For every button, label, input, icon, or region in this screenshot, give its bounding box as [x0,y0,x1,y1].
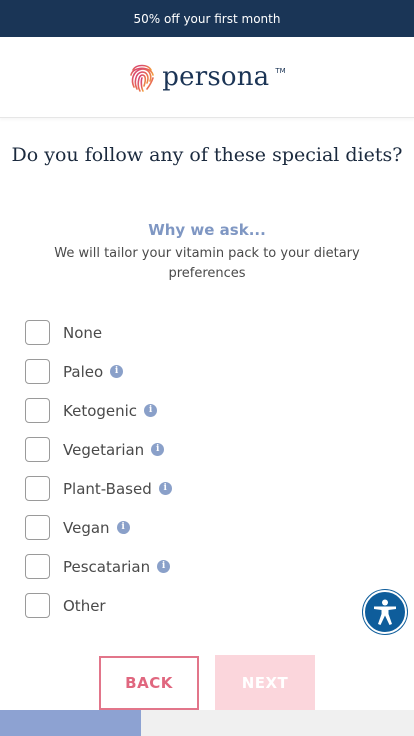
logo-wordmark: persona [162,62,270,92]
checkbox[interactable] [25,515,50,540]
option-label: Vegetarian [63,440,145,459]
info-icon[interactable]: i [116,521,130,534]
checkbox[interactable] [25,359,50,384]
option-vegetarian[interactable]: Vegetarian i [25,430,385,469]
option-label: Paleo [63,362,104,381]
info-icon[interactable]: i [110,365,124,378]
info-icon[interactable]: i [157,560,171,573]
option-label: Plant-Based [63,479,152,498]
question-title: Do you follow any of these special diets… [11,144,403,166]
fingerprint-logo-icon [130,64,155,92]
option-label: Pescatarian [63,557,151,576]
option-other[interactable]: Other [25,586,385,625]
diet-options-list: None Paleo i Ketogenic i Vegetarian i Pl… [25,313,385,625]
checkbox[interactable] [25,593,50,618]
progress-bar [0,710,414,736]
info-icon[interactable]: i [144,404,158,417]
checkbox[interactable] [25,320,50,345]
site-header: persona TM [0,37,414,118]
accessibility-icon [374,599,396,625]
progress-fill [0,710,141,736]
next-button[interactable]: NEXT [215,655,315,710]
option-ketogenic[interactable]: Ketogenic i [25,391,385,430]
promo-text: 50% off your first month [133,11,281,26]
checkbox[interactable] [25,554,50,579]
checkbox[interactable] [25,437,50,462]
option-pescatarian[interactable]: Pescatarian i [25,547,385,586]
info-icon[interactable]: i [151,443,165,456]
option-label: Vegan [63,518,110,537]
checkbox[interactable] [25,398,50,423]
option-none[interactable]: None [25,313,385,352]
persona-logo[interactable]: persona TM [128,61,286,93]
why-we-ask-title: Why we ask... [148,221,266,239]
why-we-ask-text: We will tailor your vitamin pack to your… [54,246,360,281]
option-plant-based[interactable]: Plant-Based i [25,469,385,508]
accessibility-button[interactable] [363,590,407,634]
checkbox[interactable] [25,476,50,501]
logo-trademark: TM [275,67,286,75]
option-label: Ketogenic [63,401,138,420]
back-button[interactable]: BACK [99,656,199,710]
promo-banner: 50% off your first month [0,0,414,37]
option-vegan[interactable]: Vegan i [25,508,385,547]
option-label: Other [63,596,106,615]
option-label: None [63,323,103,342]
info-icon[interactable]: i [158,482,172,495]
option-paleo[interactable]: Paleo i [25,352,385,391]
